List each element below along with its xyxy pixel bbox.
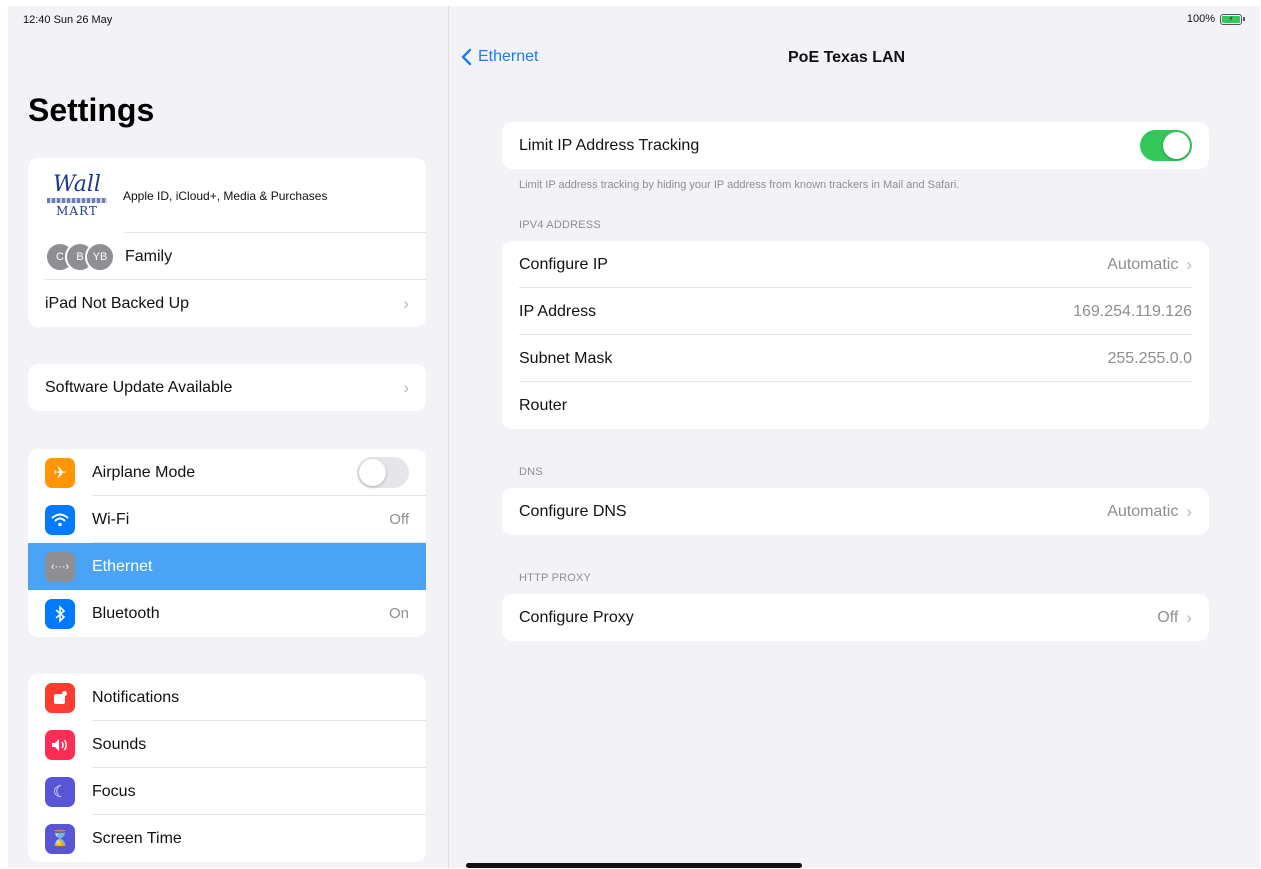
focus-icon: ☾	[45, 776, 75, 807]
ipad-screen: 12:40 Sun 26 May 100% ⚡ Settings Wall MA…	[8, 6, 1260, 868]
airplane-icon: ✈	[45, 457, 75, 488]
subnet-mask-value: 255.255.0.0	[1107, 349, 1192, 367]
chevron-right-icon: ›	[1186, 501, 1192, 521]
sidebar-item-label: Sounds	[92, 735, 147, 753]
airplane-mode-toggle[interactable]	[357, 457, 409, 488]
limit-tracking-toggle[interactable]	[1140, 130, 1192, 161]
ipv4-section-header: IPV4 ADDRESS	[519, 219, 601, 231]
chevron-right-icon: ›	[1186, 607, 1192, 627]
split-divider	[448, 6, 449, 868]
chevron-right-icon: ›	[403, 377, 409, 397]
account-logo: Wall MART	[45, 167, 109, 225]
sidebar-item-label: Notifications	[92, 688, 180, 706]
limit-tracking-label: Limit IP Address Tracking	[519, 136, 700, 154]
sidebar-item-sounds[interactable]: Sounds	[28, 721, 426, 768]
home-indicator[interactable]	[466, 863, 802, 868]
apple-id-row[interactable]: Wall MART Apple ID, iCloud+, Media & Pur…	[28, 158, 426, 233]
proxy-section-header: HTTP PROXY	[519, 572, 592, 584]
sidebar-item-screen-time[interactable]: ⌛ Screen Time	[28, 815, 426, 862]
chevron-left-icon	[461, 48, 472, 66]
configure-proxy-value: Off	[1157, 608, 1179, 626]
family-label: Family	[125, 247, 173, 265]
limit-tracking-footnote: Limit IP address tracking by hiding your…	[519, 179, 960, 191]
back-label: Ethernet	[478, 48, 539, 65]
account-group: Wall MART Apple ID, iCloud+, Media & Pur…	[28, 158, 426, 327]
sidebar-item-label: Wi-Fi	[92, 510, 130, 528]
dns-section-header: DNS	[519, 466, 543, 478]
bluetooth-status: On	[388, 605, 409, 622]
status-right: 100% ⚡	[1186, 13, 1245, 25]
sidebar-item-notifications[interactable]: Notifications	[28, 674, 426, 721]
configure-ip-value: Automatic	[1107, 255, 1179, 273]
screen-time-icon: ⌛	[45, 823, 75, 854]
back-button[interactable]: Ethernet	[461, 48, 538, 66]
battery-percent: 100%	[1186, 13, 1215, 25]
configure-ip-label: Configure IP	[519, 255, 608, 273]
chevron-right-icon: ›	[1186, 254, 1192, 274]
general-group: Notifications Sounds ☾ Focus ⌛ Screen Ti…	[28, 674, 426, 862]
software-update-group: Software Update Available ›	[28, 364, 426, 411]
status-time: 12:40 Sun 26 May	[23, 14, 113, 26]
subnet-mask-label: Subnet Mask	[519, 349, 613, 367]
avatar: YB	[85, 241, 115, 272]
backup-row[interactable]: iPad Not Backed Up ›	[28, 280, 426, 327]
bluetooth-icon	[45, 598, 75, 629]
sidebar-item-airplane-mode[interactable]: ✈ Airplane Mode	[28, 449, 426, 496]
software-update-label: Software Update Available	[45, 378, 233, 396]
sidebar-item-label: Screen Time	[92, 829, 182, 847]
software-update-row[interactable]: Software Update Available ›	[28, 364, 426, 411]
sidebar-item-ethernet[interactable]: ‹···› Ethernet	[28, 543, 426, 590]
network-group: ✈ Airplane Mode Wi-Fi Off ‹···› Ethernet…	[28, 449, 426, 637]
notifications-icon	[45, 682, 75, 713]
configure-dns-label: Configure DNS	[519, 502, 627, 520]
battery-icon: ⚡	[1220, 13, 1245, 25]
router-row: Router	[502, 382, 1209, 429]
ip-address-row: IP Address 169.254.119.126	[502, 288, 1209, 335]
ipv4-group: Configure IP Automatic › IP Address 169.…	[502, 241, 1209, 429]
sidebar-item-label: Focus	[92, 782, 136, 800]
wifi-icon	[45, 504, 75, 535]
configure-proxy-label: Configure Proxy	[519, 608, 634, 626]
configure-proxy-row[interactable]: Configure Proxy Off ›	[502, 594, 1209, 641]
configure-dns-value: Automatic	[1107, 502, 1179, 520]
backup-label: iPad Not Backed Up	[45, 294, 190, 312]
sidebar-item-focus[interactable]: ☾ Focus	[28, 768, 426, 815]
router-label: Router	[519, 396, 568, 414]
subnet-mask-row: Subnet Mask 255.255.0.0	[502, 335, 1209, 382]
configure-ip-row[interactable]: Configure IP Automatic ›	[502, 241, 1209, 288]
sidebar-item-label: Ethernet	[92, 557, 153, 575]
sidebar-item-bluetooth[interactable]: Bluetooth On	[28, 590, 426, 637]
limit-tracking-row: Limit IP Address Tracking	[502, 122, 1209, 169]
sidebar-item-label: Airplane Mode	[92, 463, 196, 481]
page-title: PoE Texas LAN	[788, 49, 906, 66]
sidebar-item-wifi[interactable]: Wi-Fi Off	[28, 496, 426, 543]
ip-address-label: IP Address	[519, 302, 597, 320]
apple-id-subtitle: Apple ID, iCloud+, Media & Purchases	[123, 188, 328, 203]
wifi-status: Off	[389, 511, 409, 528]
dns-group: Configure DNS Automatic ›	[502, 488, 1209, 535]
ethernet-icon: ‹···›	[45, 551, 75, 582]
sidebar-item-label: Bluetooth	[92, 604, 160, 622]
configure-dns-row[interactable]: Configure DNS Automatic ›	[502, 488, 1209, 535]
sidebar-title: Settings	[28, 92, 155, 128]
ip-address-value: 169.254.119.126	[1073, 302, 1192, 320]
chevron-right-icon: ›	[403, 293, 409, 313]
proxy-group: Configure Proxy Off ›	[502, 594, 1209, 641]
limit-tracking-group: Limit IP Address Tracking	[502, 122, 1209, 169]
family-row[interactable]: C B YB Family	[28, 233, 426, 280]
family-avatars: C B YB	[45, 241, 115, 272]
sounds-icon	[45, 729, 75, 760]
